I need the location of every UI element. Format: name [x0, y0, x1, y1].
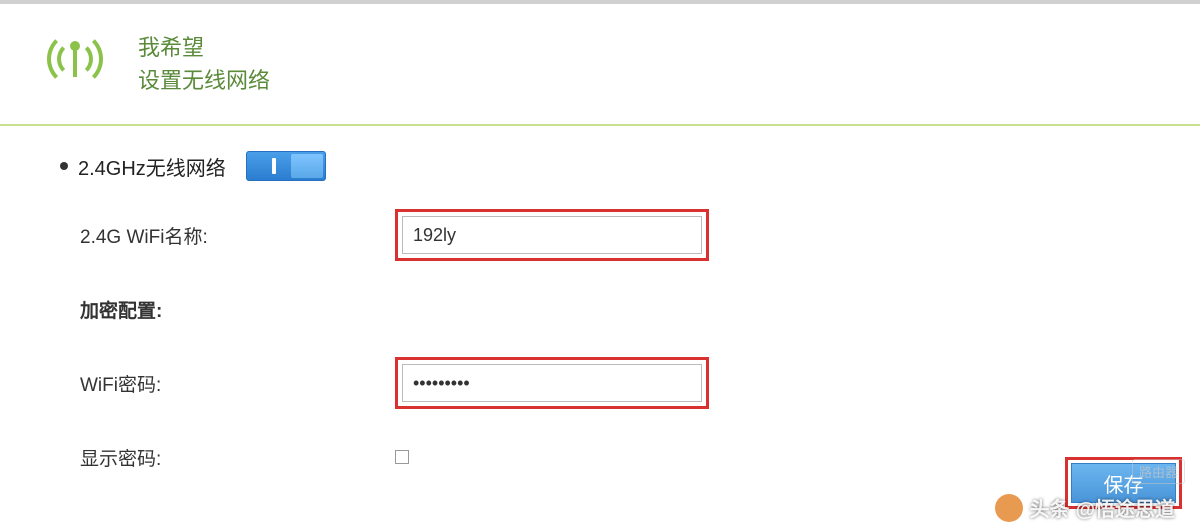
wifi-password-label: WiFi密码:: [60, 370, 395, 397]
show-password-checkbox[interactable]: [395, 450, 409, 464]
header-line2: 设置无线网络: [138, 64, 270, 97]
watermark-text: 头条 @悟途思道: [995, 493, 1175, 522]
watermark-prefix: 头条: [1029, 493, 1069, 522]
header-line1: 我希望: [138, 31, 270, 64]
watermark-author: @悟途思道: [1075, 493, 1175, 522]
highlight-box: [395, 209, 709, 261]
section-row: 2.4GHz无线网络: [60, 151, 1200, 181]
wifi-password-input[interactable]: [402, 364, 702, 402]
wifi-name-label: 2.4G WiFi名称:: [60, 222, 395, 249]
wifi-name-row: 2.4G WiFi名称:: [60, 209, 1200, 261]
encryption-row: 加密配置:: [60, 289, 1200, 329]
wifi-name-input[interactable]: [402, 216, 702, 254]
avatar-icon: [995, 494, 1023, 522]
wifi-toggle-switch[interactable]: [246, 151, 326, 181]
show-password-row: 显示密码:: [60, 437, 1200, 477]
content-area: 2.4GHz无线网络 2.4G WiFi名称: 加密配置: WiFi密码: 显示…: [0, 126, 1200, 477]
page-header: 我希望 设置无线网络: [0, 4, 1200, 126]
header-title: 我希望 设置无线网络: [138, 31, 270, 97]
wifi-signal-icon: [30, 29, 120, 99]
section-title: 2.4GHz无线网络: [78, 152, 226, 181]
watermark-badge: 路由器: [1132, 459, 1185, 484]
encryption-label: 加密配置:: [60, 296, 395, 323]
bullet-icon: [60, 162, 68, 170]
show-password-label: 显示密码:: [60, 444, 395, 471]
wifi-password-row: WiFi密码:: [60, 357, 1200, 409]
highlight-box: [395, 357, 709, 409]
